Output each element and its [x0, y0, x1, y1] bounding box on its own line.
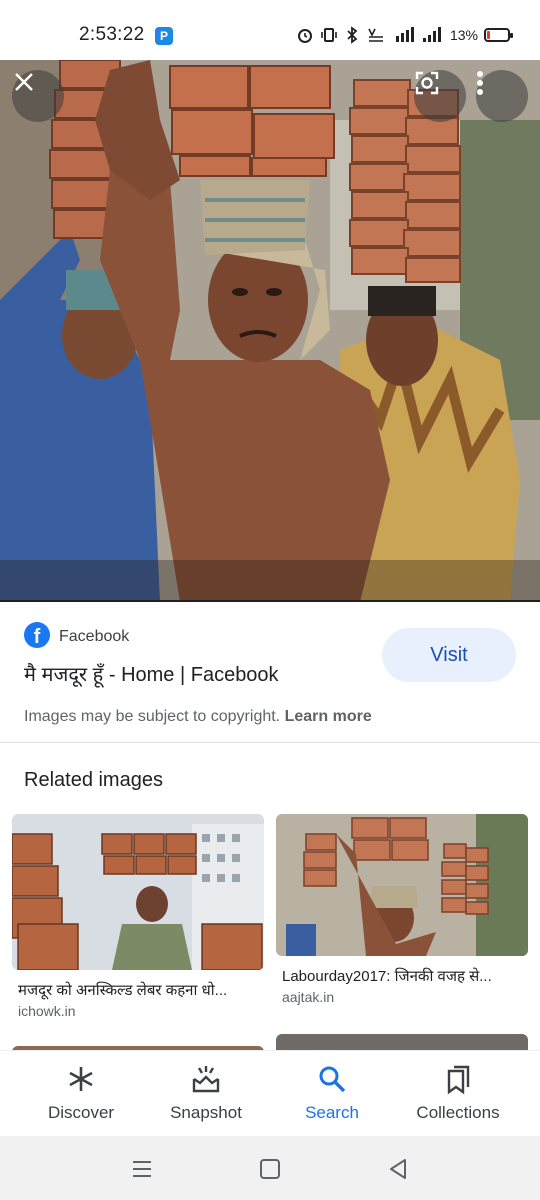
related-images-heading: Related images: [24, 769, 163, 791]
nav-discover-label: Discover: [47, 1103, 115, 1122]
nav-collections-label: Collections: [416, 1103, 500, 1122]
copyright-text: Images may be subject to copyright.: [24, 708, 281, 725]
more-options-button[interactable]: [476, 70, 528, 122]
bluetooth-icon: [347, 26, 358, 44]
source-site-name[interactable]: Facebook: [59, 628, 129, 646]
snapshot-icon: [192, 1066, 220, 1093]
nav-search-label: Search: [305, 1103, 359, 1122]
related-image-2: [276, 814, 528, 956]
google-lens-button[interactable]: [414, 70, 466, 122]
search-icon: [319, 1066, 346, 1093]
source-page-title[interactable]: मै मजदूर हूँ - Home | Facebook: [24, 660, 279, 687]
status-icons: 13%: [296, 24, 513, 46]
copyright-notice: Images may be subject to copyright. Lear…: [24, 708, 372, 726]
nav-search[interactable]: Search: [272, 1051, 392, 1137]
nav-snapshot[interactable]: Snapshot: [146, 1051, 266, 1137]
status-time: 2:53:22: [79, 24, 145, 45]
more-vert-icon: [477, 71, 483, 95]
related-image-source: ichowk.in: [18, 1003, 76, 1019]
system-navigation-bar: [0, 1136, 540, 1200]
close-button[interactable]: [12, 70, 64, 122]
related-image-1: [12, 814, 264, 970]
bottom-navigation: Discover Snapshot Search Collections: [0, 1050, 540, 1136]
battery-icon: [484, 28, 513, 42]
home-icon[interactable]: [255, 1154, 285, 1184]
vibrate-icon: [321, 28, 337, 42]
nav-snapshot-label: Snapshot: [170, 1103, 242, 1122]
nav-discover[interactable]: Discover: [21, 1051, 141, 1137]
signal-icon: [422, 27, 441, 42]
related-image-caption[interactable]: मजदूर को अनस्किल्ड लेबर कहना धो...: [18, 980, 262, 1000]
status-bar: 2:53:22 P 13%: [0, 0, 540, 60]
related-image-thumbnail[interactable]: [276, 814, 528, 956]
google-lens-icon: [415, 71, 439, 95]
facebook-icon: f: [24, 622, 50, 648]
related-image-thumbnail[interactable]: [12, 814, 264, 970]
google-image-viewer: 2:53:22 P 13% f Facebook मै मजदूर हूँ - …: [0, 0, 540, 1200]
main-image[interactable]: [0, 60, 540, 602]
volte-icon: [368, 28, 383, 42]
app-notification-icon: P: [155, 27, 173, 45]
battery-percent: 13%: [449, 27, 478, 43]
related-image-source: aajtak.in: [282, 989, 335, 1005]
visit-button[interactable]: Visit: [382, 628, 516, 682]
back-icon[interactable]: [383, 1154, 413, 1184]
alarm-icon: [297, 29, 312, 43]
related-image-caption[interactable]: Labourday2017: जिनकी वजह से...: [282, 966, 526, 986]
battery-level: [487, 31, 490, 39]
nav-collections[interactable]: Collections: [398, 1051, 518, 1137]
bookmarks-icon: [447, 1065, 470, 1095]
workers-carrying-bricks-photo: [0, 60, 540, 602]
section-divider: [0, 742, 540, 743]
learn-more-link[interactable]: Learn more: [285, 708, 372, 725]
signal-4g-icon: [395, 27, 414, 42]
close-icon: [15, 73, 33, 91]
asterisk-icon: [69, 1067, 93, 1091]
menu-icon[interactable]: [127, 1154, 157, 1184]
